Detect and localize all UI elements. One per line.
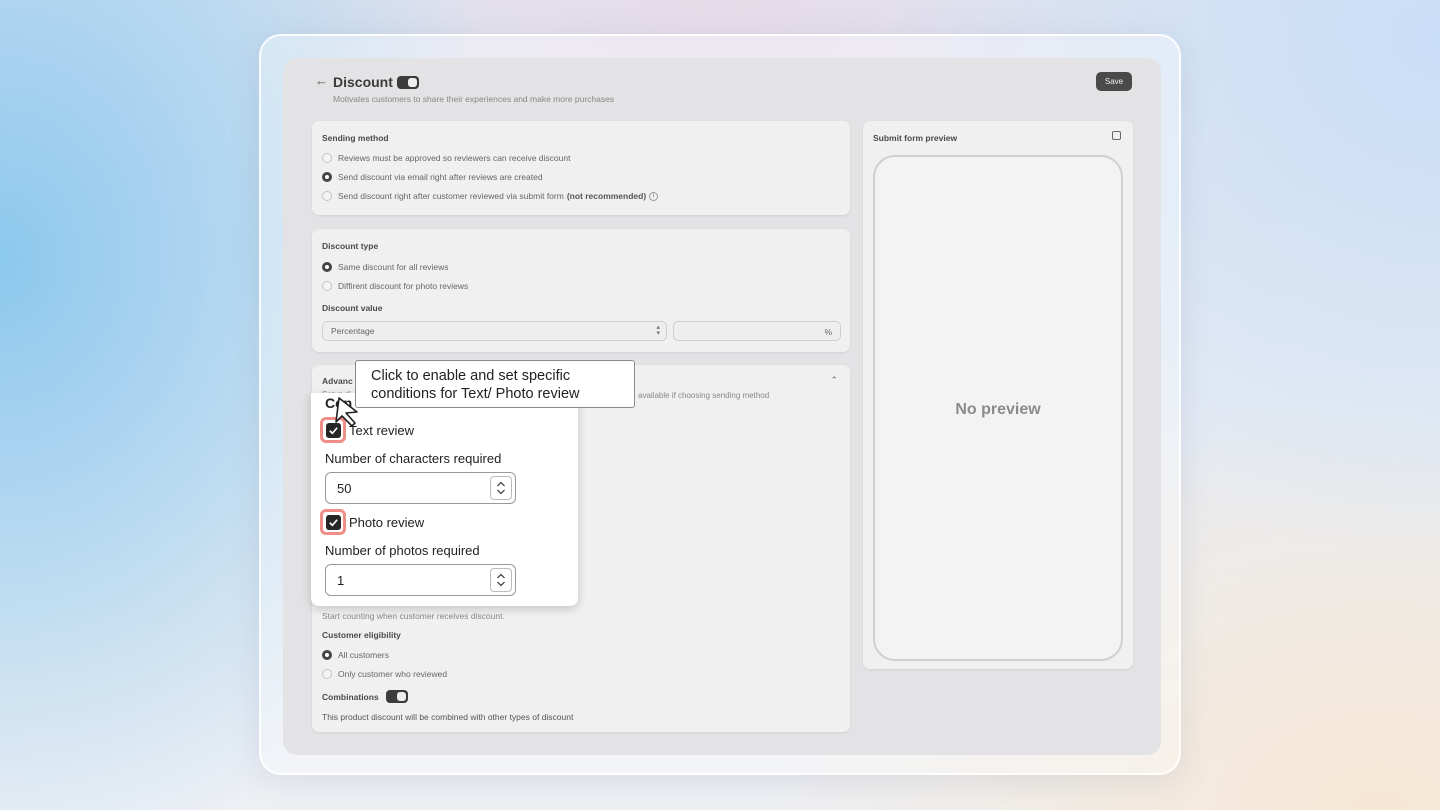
radio-button[interactable] — [322, 669, 332, 679]
eligibility-heading: Customer eligibility — [322, 630, 401, 640]
chevron-down-icon[interactable] — [496, 580, 506, 588]
percent-suffix: % — [824, 327, 832, 337]
photos-required-input[interactable]: 1 — [325, 564, 516, 596]
discount-type-card: Discount type Same discount for all revi… — [312, 229, 850, 352]
photo-review-checkbox[interactable] — [325, 514, 341, 530]
sending-option-approved[interactable]: Reviews must be approved so reviewers ca… — [322, 153, 570, 163]
sending-method-heading: Sending method — [322, 133, 389, 143]
eligibility-option-reviewed[interactable]: Only customer who reviewed — [322, 669, 447, 679]
save-button[interactable]: Save — [1096, 72, 1132, 91]
advanced-heading: Advanc — [322, 376, 353, 386]
page-subtitle: Motivates customers to share their exper… — [333, 94, 615, 104]
radio-label: Reviews must be approved so reviewers ca… — [338, 153, 571, 163]
sending-method-card: Sending method Reviews must be approved … — [312, 121, 850, 215]
combinations-heading: Combinations — [322, 692, 379, 702]
counting-note: Start counting when customer receives di… — [322, 611, 505, 621]
combinations-toggle[interactable] — [386, 690, 408, 703]
preview-phone-frame: No preview — [873, 155, 1123, 661]
photo-review-checkbox-highlight[interactable] — [320, 509, 346, 535]
select-arrows-icon: ▴ ▾ — [656, 324, 660, 337]
chars-required-input[interactable]: 50 — [325, 472, 516, 504]
device-icon[interactable] — [1112, 131, 1121, 140]
photos-required-value: 1 — [337, 572, 345, 588]
sending-option-submit-form[interactable]: Send discount right after customer revie… — [322, 191, 659, 201]
combinations-note: This product discount will be combined w… — [322, 712, 574, 722]
not-recommended-label: (not recommended) — [566, 191, 647, 201]
eligibility-option-all[interactable]: All customers — [322, 650, 389, 660]
discount-value-heading: Discount value — [322, 303, 383, 313]
cursor-pointer-icon — [335, 397, 358, 427]
photos-stepper[interactable] — [490, 568, 512, 592]
discount-value-input[interactable]: % — [673, 321, 841, 341]
radio-button[interactable] — [322, 153, 332, 163]
preview-heading: Submit form preview — [873, 133, 958, 143]
instruction-tooltip: Click to enable and set specific conditi… — [355, 360, 635, 408]
chevron-up-icon[interactable] — [496, 572, 506, 580]
chevron-down-icon[interactable] — [496, 488, 506, 496]
radio-button[interactable] — [322, 172, 332, 182]
radio-button[interactable] — [322, 262, 332, 272]
radio-label: Only customer who reviewed — [338, 669, 448, 679]
no-preview-text: No preview — [955, 401, 1041, 418]
checkmark-icon — [328, 518, 338, 526]
radio-button[interactable] — [322, 191, 332, 201]
preview-card: Submit form preview No preview — [863, 121, 1133, 669]
radio-label: Send discount via email right after revi… — [338, 172, 543, 182]
tooltip-line-2: conditions for Text/ Photo review — [371, 386, 580, 402]
select-value: Percentage — [331, 326, 375, 336]
radio-label: Diffirent discount for photo reviews — [338, 281, 469, 291]
chars-required-value: 50 — [337, 480, 352, 496]
radio-label: Send discount right after customer revie… — [338, 191, 564, 201]
radio-button[interactable] — [322, 281, 332, 291]
tooltip-line-1: Click to enable and set specific — [371, 368, 571, 384]
discount-option-same[interactable]: Same discount for all reviews — [322, 262, 449, 272]
arrow-left-icon[interactable]: ← — [315, 73, 328, 88]
photo-review-label[interactable]: Photo review — [349, 515, 424, 530]
chevron-up-icon[interactable]: ⌃ — [830, 375, 838, 386]
discount-type-heading: Discount type — [322, 241, 379, 251]
discount-value-type-select[interactable]: Percentage ▴ ▾ — [322, 321, 667, 341]
radio-button[interactable] — [322, 650, 332, 660]
radio-label: All customers — [338, 650, 390, 660]
advanced-note: available if choosing sending method — [638, 391, 770, 400]
chars-stepper[interactable] — [490, 476, 512, 500]
page-title: Discount — [333, 74, 393, 90]
info-icon[interactable]: i — [649, 191, 659, 201]
discount-toggle[interactable] — [397, 76, 419, 89]
chevron-up-icon[interactable] — [496, 480, 506, 488]
discount-option-photo[interactable]: Diffirent discount for photo reviews — [322, 281, 468, 291]
sending-option-email[interactable]: Send discount via email right after revi… — [322, 172, 543, 182]
photos-required-label: Number of photos required — [325, 543, 480, 558]
chars-required-label: Number of characters required — [325, 451, 502, 466]
radio-label: Same discount for all reviews — [338, 262, 449, 272]
